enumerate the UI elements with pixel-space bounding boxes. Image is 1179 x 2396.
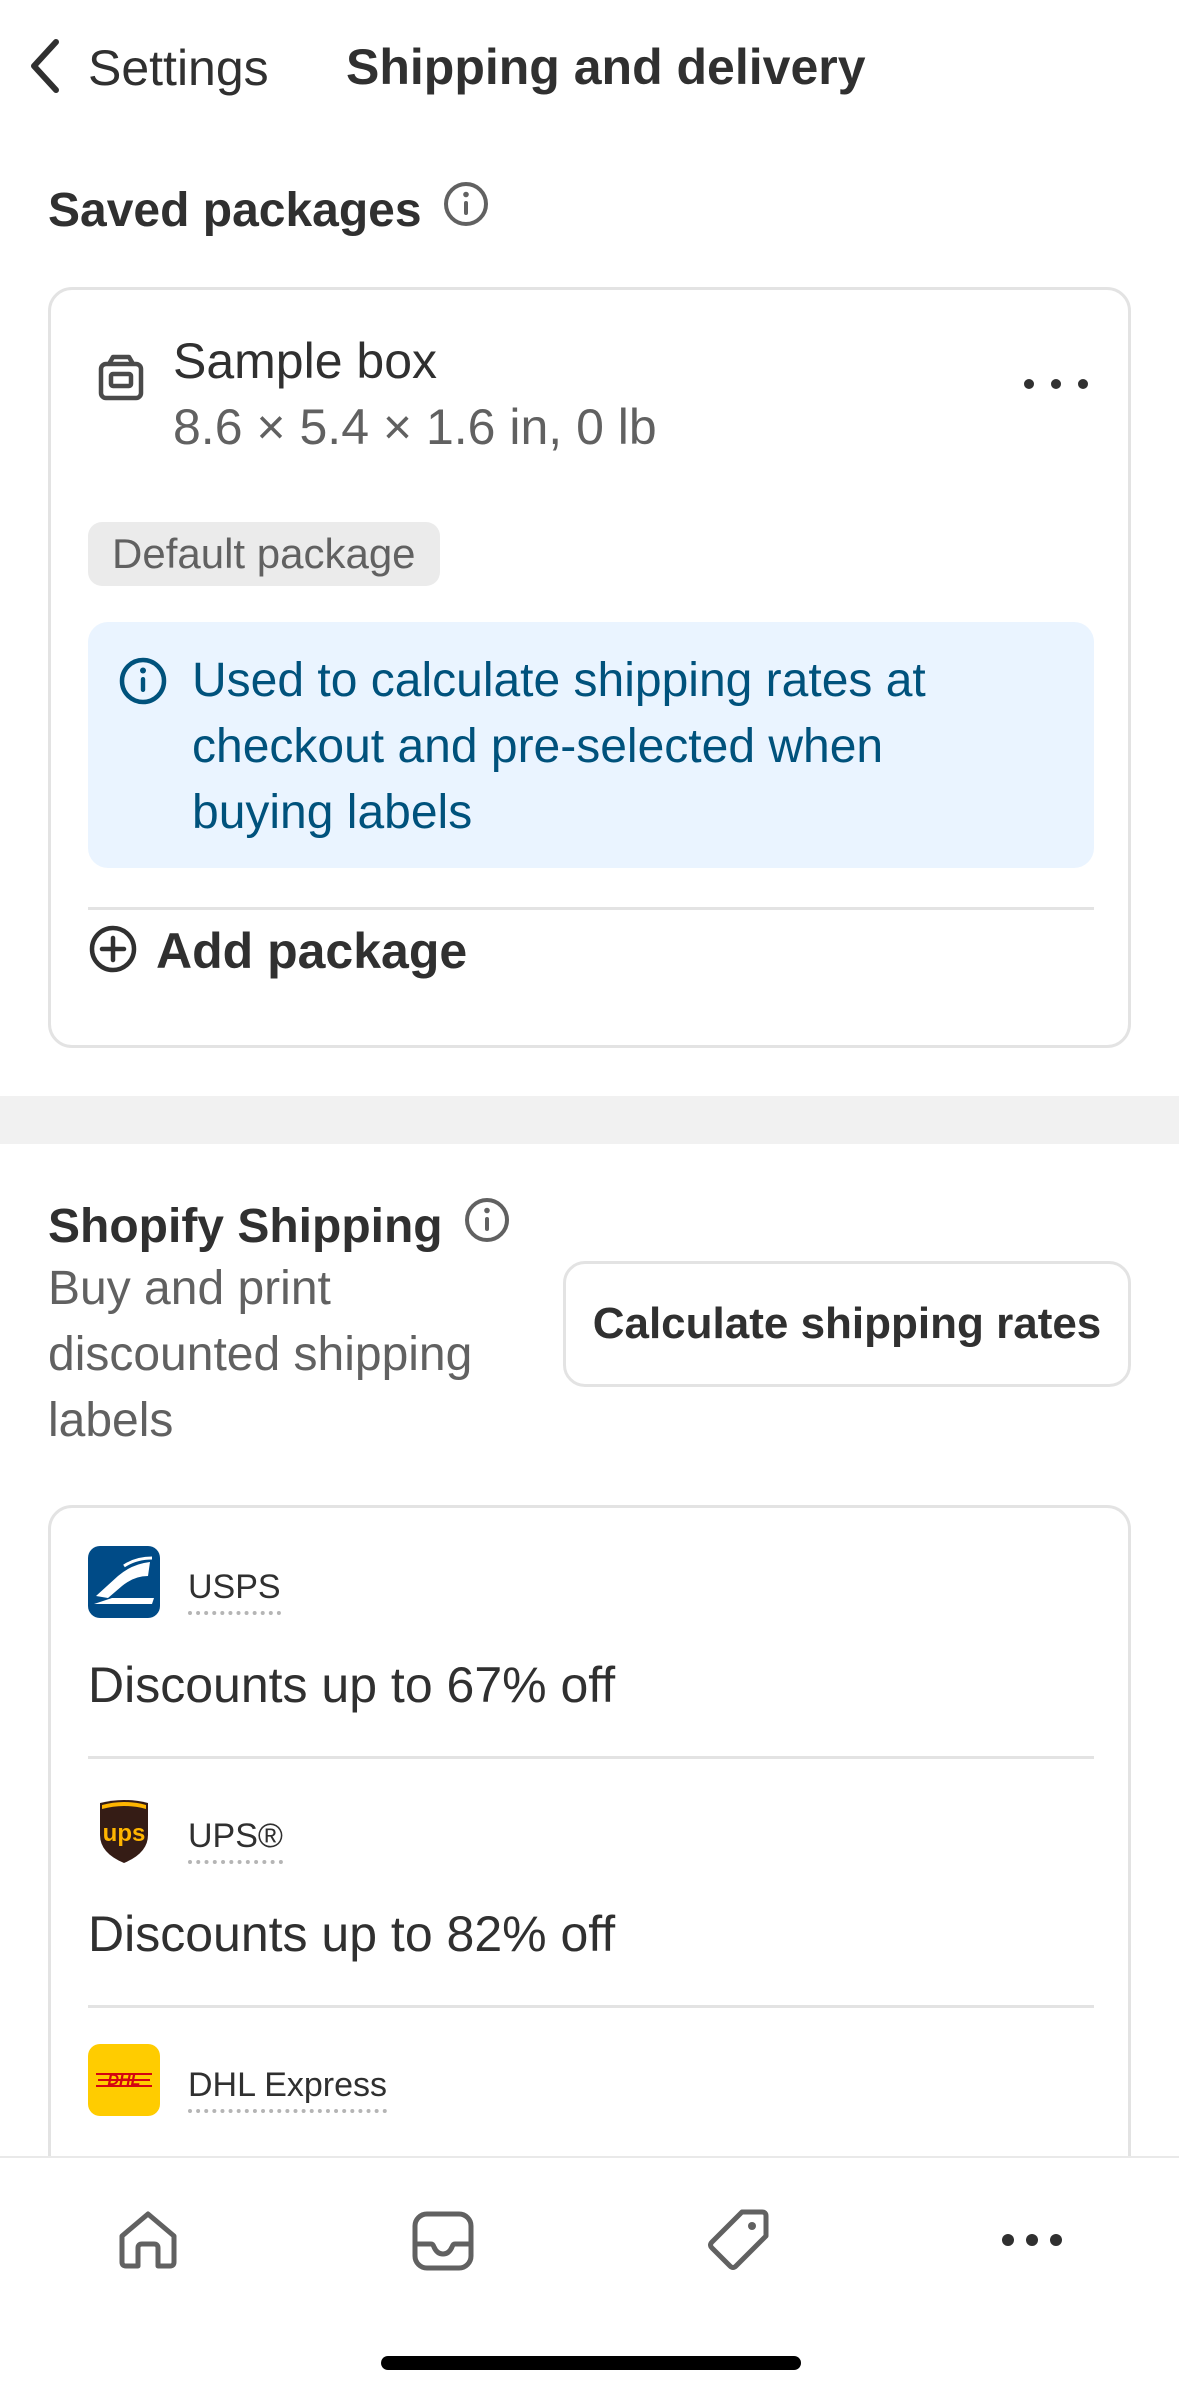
saved-packages-card: Sample box 8.6 × 5.4 × 1.6 in, 0 lb Defa… [48,287,1131,1048]
carrier-name-ups[interactable]: UPS® [188,1817,283,1864]
chevron-left-icon [24,36,64,101]
svg-text:DHL: DHL [108,2072,141,2089]
carrier-discount-usps: Discounts up to 67% off [88,1657,616,1713]
carrier-item-usps: USPS Discounts up to 67% off [88,1546,1094,1716]
more-icon [996,2204,1068,2281]
back-button[interactable]: Settings [24,36,269,100]
back-label: Settings [88,40,269,96]
page: Settings Shipping and delivery Saved pac… [0,0,1179,2396]
more-dot [1051,379,1061,389]
usps-eagle-logo [88,1546,160,1618]
default-package-badge: Default package [88,522,440,586]
ups-shield-logo: ups [88,1795,160,1867]
info-icon [118,656,168,706]
info-icon[interactable] [442,180,490,240]
nav-home[interactable] [108,2202,188,2282]
carrier-item-ups: ups UPS® Discounts up to 82% off [88,1795,1094,1965]
package-icon [95,352,147,404]
divider [88,1756,1094,1759]
info-icon[interactable] [463,1196,511,1256]
dhl-logo: DHL [88,2044,160,2116]
nav-more[interactable] [992,2202,1072,2282]
shopify-shipping-title: Shopify Shipping [48,1199,443,1253]
calculate-shipping-rates-button[interactable]: Calculate shipping rates [563,1261,1131,1387]
shopify-shipping-description: Buy and print discounted shipping labels [48,1262,473,1447]
inbox-icon [407,2204,479,2281]
add-package-label: Add package [156,923,468,979]
divider [88,907,1094,910]
carrier-item-dhl: DHL DHL Express [88,2044,1094,2164]
carrier-discount-ups: Discounts up to 82% off [88,1906,616,1962]
page-title: Shipping and delivery [346,39,866,95]
tag-icon [702,2204,774,2281]
package-more-button[interactable] [1024,364,1088,404]
package-name: Sample box [173,333,438,389]
section-separator [0,1096,1179,1144]
home-icon [112,2204,184,2281]
info-callout: Used to calculate shipping rates at chec… [88,622,1094,868]
saved-packages-heading: Saved packages [48,180,490,240]
home-indicator[interactable] [381,2356,801,2370]
add-package-button[interactable]: Add package [88,912,467,990]
plus-circle-icon [88,924,138,979]
carriers-card: USPS Discounts up to 67% off ups UPS® Di… [48,1505,1131,2205]
carrier-name-dhl[interactable]: DHL Express [188,2066,388,2113]
carrier-name-usps[interactable]: USPS [188,1568,281,1615]
top-header: Settings Shipping and delivery [0,0,1179,136]
more-dot [1078,379,1088,389]
svg-text:ups: ups [103,1820,146,1847]
bottom-nav [0,2156,1179,2396]
package-dimensions: 8.6 × 5.4 × 1.6 in, 0 lb [173,399,657,455]
nav-products[interactable] [698,2202,778,2282]
nav-orders[interactable] [403,2202,483,2282]
shopify-shipping-heading: Shopify Shipping [48,1196,511,1256]
more-dot [1024,379,1034,389]
divider [88,2005,1094,2008]
saved-packages-title: Saved packages [48,183,422,237]
info-callout-text: Used to calculate shipping rates at chec… [192,654,926,839]
